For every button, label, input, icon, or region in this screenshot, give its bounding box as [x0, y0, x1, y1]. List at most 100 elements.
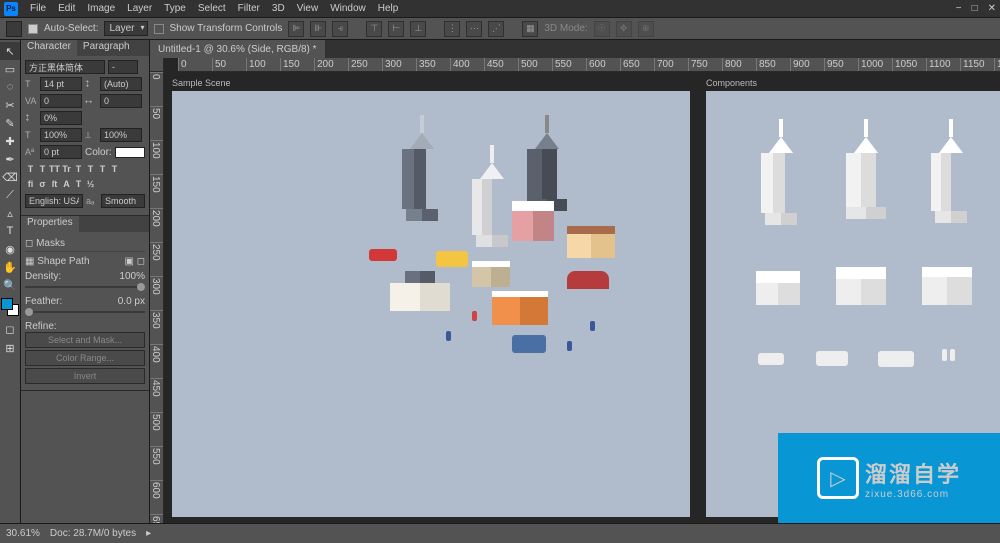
hscale-input[interactable]: [40, 128, 82, 142]
density-label: Density:: [25, 271, 61, 282]
car-red: [369, 249, 397, 261]
align-top-icon[interactable]: ⊤: [366, 21, 382, 37]
leading-input[interactable]: [100, 77, 142, 91]
tracking-input[interactable]: [100, 94, 142, 108]
building-grey-2: [527, 115, 567, 215]
vscale-input[interactable]: [40, 111, 82, 125]
align-center-h-icon[interactable]: ⊪: [310, 21, 326, 37]
baseline-input[interactable]: [40, 145, 82, 159]
text-style-button[interactable]: T: [25, 162, 36, 175]
3d-icon[interactable]: ▦: [522, 21, 538, 37]
tool-12[interactable]: ✋: [0, 258, 20, 276]
doc-info[interactable]: Doc: 28.7M/0 bytes: [50, 528, 136, 539]
feather-value[interactable]: 0.0 px: [118, 296, 145, 307]
mask-buttons[interactable]: ▣ ◻: [124, 256, 145, 267]
show-transform-checkbox[interactable]: [154, 24, 164, 34]
tool-11[interactable]: ◉: [0, 240, 20, 258]
menu-edit[interactable]: Edit: [52, 3, 81, 14]
invert-button[interactable]: Invert: [25, 368, 145, 384]
distribute-v-icon[interactable]: ⋯: [466, 21, 482, 37]
text-style-button[interactable]: Tr: [61, 162, 72, 175]
tool-6[interactable]: ✒: [0, 150, 20, 168]
screenmode-icon[interactable]: ⊞: [0, 339, 20, 357]
paragraph-tab[interactable]: Paragraph: [77, 40, 136, 56]
tool-5[interactable]: ✚: [0, 132, 20, 150]
maximize-button[interactable]: □: [972, 3, 978, 14]
text-style-button[interactable]: T: [97, 162, 108, 175]
align-left-icon[interactable]: ⊫: [288, 21, 304, 37]
auto-select-dropdown[interactable]: Layer: [104, 21, 147, 36]
opentype-ord-icon[interactable]: T: [73, 177, 84, 190]
artboard-title[interactable]: Sample Scene: [172, 78, 690, 88]
align-bottom-icon[interactable]: ⊥: [410, 21, 426, 37]
opentype-fi-icon[interactable]: fi: [25, 177, 36, 190]
color-picker[interactable]: [1, 298, 19, 316]
person-1: [446, 331, 451, 341]
tool-7[interactable]: ⌫: [0, 168, 20, 186]
comp-car-1: [758, 353, 784, 365]
lang-dropdown[interactable]: [25, 194, 83, 208]
zoom-value[interactable]: 30.61%: [6, 528, 40, 539]
tool-13[interactable]: 🔍: [0, 276, 20, 294]
tool-8[interactable]: ⟋: [0, 186, 20, 204]
align-right-icon[interactable]: ⫣: [332, 21, 348, 37]
menu-view[interactable]: View: [291, 3, 325, 14]
menu-window[interactable]: Window: [324, 3, 372, 14]
menu-file[interactable]: File: [24, 3, 52, 14]
hscale2-input[interactable]: [100, 128, 142, 142]
tool-1[interactable]: ▭: [0, 60, 20, 78]
opentype-frac-icon[interactable]: ½: [85, 177, 96, 190]
menu-select[interactable]: Select: [192, 3, 232, 14]
menu-type[interactable]: Type: [158, 3, 192, 14]
tool-0[interactable]: ↖: [0, 42, 20, 60]
artboard-title[interactable]: Components: [706, 78, 1000, 88]
text-color-swatch[interactable]: [115, 147, 145, 158]
doc-info-chevron[interactable]: ▸: [146, 528, 151, 539]
select-and-mask-button[interactable]: Select and Mask...: [25, 332, 145, 348]
comp-car-3: [878, 351, 914, 367]
distribute-h-icon[interactable]: ⋮: [444, 21, 460, 37]
text-style-button[interactable]: T: [109, 162, 120, 175]
vertical-ruler[interactable]: 0501001502002503003504004505005506006507…: [150, 72, 164, 523]
tool-9[interactable]: ▵: [0, 204, 20, 222]
quickmask-icon[interactable]: ◻: [0, 320, 20, 338]
tool-4[interactable]: ✎: [0, 114, 20, 132]
tool-2[interactable]: ◌: [0, 78, 20, 96]
kerning-input[interactable]: [40, 94, 82, 108]
artboard-sample-scene[interactable]: Sample Scene: [172, 78, 690, 517]
density-slider[interactable]: [25, 286, 145, 288]
font-size-input[interactable]: [40, 77, 82, 91]
font-family-input[interactable]: [25, 60, 105, 74]
tool-3[interactable]: ✂: [0, 96, 20, 114]
document-tab[interactable]: Untitled-1 @ 30.6% (Side, RGB/8) *: [150, 40, 325, 58]
density-value[interactable]: 100%: [119, 271, 145, 282]
more-align-icon[interactable]: ⋰: [488, 21, 504, 37]
menu-filter[interactable]: Filter: [232, 3, 266, 14]
text-style-button[interactable]: T: [37, 162, 48, 175]
menu-help[interactable]: Help: [372, 3, 405, 14]
feather-slider[interactable]: [25, 311, 145, 313]
menu-layer[interactable]: Layer: [121, 3, 158, 14]
current-tool-icon[interactable]: [6, 21, 22, 37]
horizontal-ruler[interactable]: 0501001502002503003504004505005506006507…: [178, 58, 1000, 72]
comp-tower-1: [761, 119, 801, 219]
menu-3d[interactable]: 3D: [266, 3, 291, 14]
character-tab[interactable]: Character: [21, 40, 77, 56]
menu-image[interactable]: Image: [81, 3, 121, 14]
tool-10[interactable]: T: [0, 222, 20, 240]
close-button[interactable]: ✕: [988, 3, 996, 14]
text-style-button[interactable]: T: [85, 162, 96, 175]
opentype-st-icon[interactable]: σ: [37, 177, 48, 190]
auto-select-checkbox[interactable]: [28, 24, 38, 34]
properties-tab[interactable]: Properties: [21, 216, 79, 232]
text-style-button[interactable]: TT: [49, 162, 60, 175]
opentype-swash-icon[interactable]: A: [61, 177, 72, 190]
text-style-button[interactable]: T: [73, 162, 84, 175]
foreground-color-swatch[interactable]: [1, 298, 13, 310]
antialias-dropdown[interactable]: [101, 194, 145, 208]
font-style-input[interactable]: [108, 60, 138, 74]
minimize-button[interactable]: −: [956, 3, 962, 14]
align-middle-icon[interactable]: ⊢: [388, 21, 404, 37]
color-range-button[interactable]: Color Range...: [25, 350, 145, 366]
opentype-sc-icon[interactable]: ſt: [49, 177, 60, 190]
